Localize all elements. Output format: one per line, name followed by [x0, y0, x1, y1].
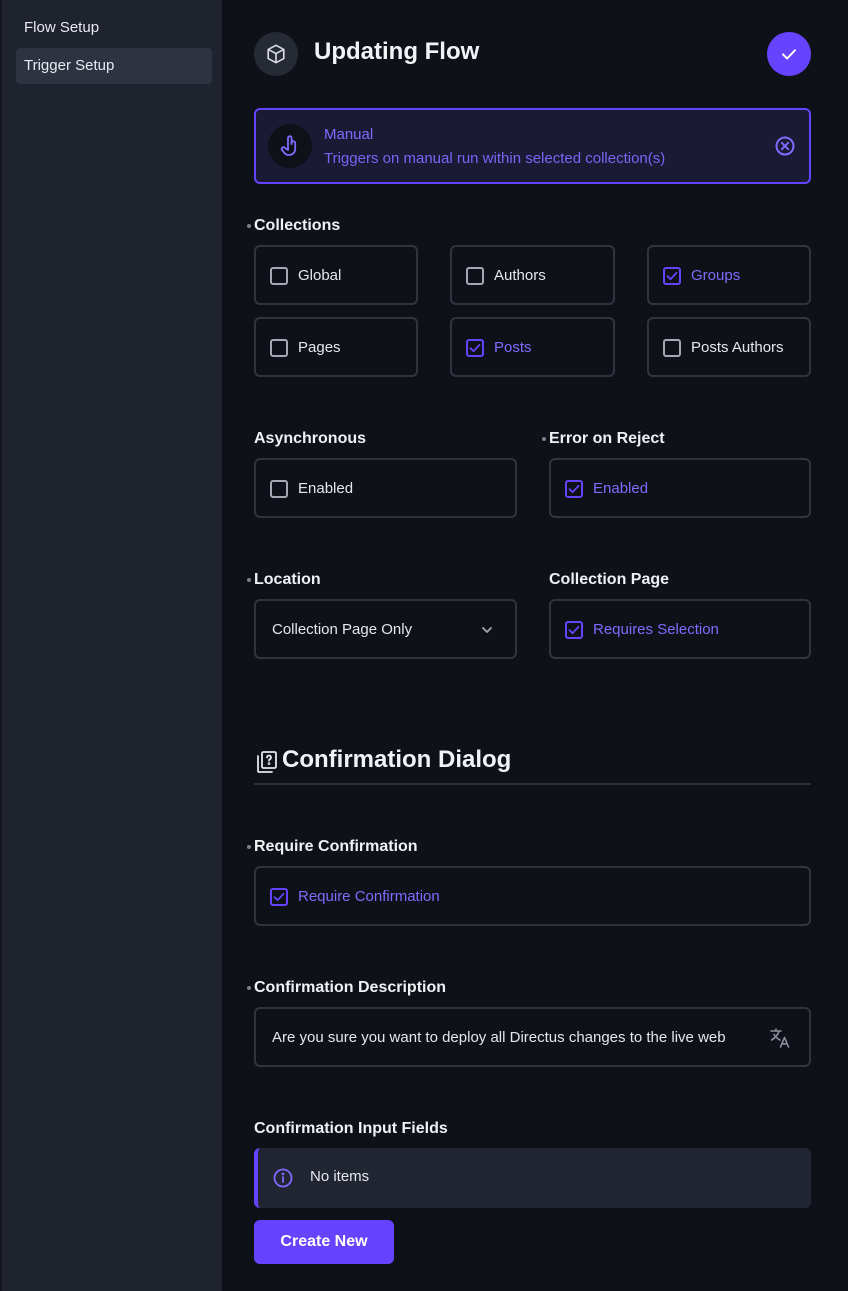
empty-notice: No items: [254, 1148, 811, 1208]
location-select[interactable]: Collection Page Only: [254, 599, 517, 659]
checkbox[interactable]: [466, 267, 484, 285]
create-new-button[interactable]: Create New: [254, 1220, 394, 1264]
check-icon: [568, 484, 580, 494]
required-indicator: [247, 986, 251, 990]
required-indicator: [542, 437, 546, 441]
empty-text: No items: [310, 1168, 370, 1185]
require-confirmation-label: Require Confirmation: [254, 838, 418, 855]
collection-option-authors[interactable]: Authors: [450, 245, 615, 305]
collection-option-pages[interactable]: Pages: [254, 317, 418, 377]
confirmation-description-input[interactable]: Are you sure you want to deploy all Dire…: [254, 1007, 811, 1067]
asynchronous-toggle[interactable]: Enabled: [254, 458, 517, 518]
checkbox[interactable]: [565, 621, 583, 639]
option-label: Pages: [298, 339, 341, 356]
trigger-card[interactable]: Manual Triggers on manual run within sel…: [254, 108, 811, 184]
save-button[interactable]: [767, 32, 811, 76]
check-icon: [568, 625, 580, 635]
translate-icon[interactable]: [768, 1026, 792, 1050]
sidebar-item-trigger-setup[interactable]: Trigger Setup: [16, 48, 212, 84]
chevron-down-icon: [482, 627, 492, 633]
collection-option-posts-authors[interactable]: Posts Authors: [647, 317, 811, 377]
check-icon: [666, 271, 678, 281]
collection-option-groups[interactable]: Groups: [647, 245, 811, 305]
check-icon: [469, 343, 481, 353]
sidebar: Flow Setup Trigger Setup: [0, 0, 222, 1291]
option-label: Enabled: [298, 480, 354, 497]
cube-icon: [254, 32, 298, 76]
check-icon: [273, 892, 285, 902]
page-title: Updating Flow: [314, 38, 480, 65]
error-on-reject-toggle[interactable]: Enabled: [549, 458, 811, 518]
checkbox[interactable]: [663, 339, 681, 357]
required-indicator: [247, 224, 251, 228]
collection-page-toggle[interactable]: Requires Selection: [549, 599, 811, 659]
checkbox[interactable]: [663, 267, 681, 285]
trigger-description: Triggers on manual run within selected c…: [324, 150, 666, 167]
checkbox[interactable]: [270, 339, 288, 357]
checkbox[interactable]: [270, 480, 288, 498]
confirmation-input-fields-label: Confirmation Input Fields: [254, 1120, 448, 1137]
option-label: Groups: [691, 267, 741, 284]
main-panel: Updating Flow Manual Triggers on manual …: [222, 0, 848, 1291]
confirmation-description-label: Confirmation Description: [254, 979, 447, 996]
checkbox[interactable]: [270, 888, 288, 906]
option-label: Requires Selection: [593, 621, 719, 638]
collection-option-global[interactable]: Global: [254, 245, 418, 305]
option-label: Enabled: [593, 480, 649, 497]
asynchronous-label: Asynchronous: [254, 430, 367, 447]
option-label: Posts: [494, 339, 532, 356]
checkbox[interactable]: [270, 267, 288, 285]
require-confirmation-toggle[interactable]: Require Confirmation: [254, 866, 811, 926]
input-value: Are you sure you want to deploy all Dire…: [272, 1029, 726, 1046]
checkbox[interactable]: [565, 480, 583, 498]
option-label: Posts Authors: [691, 339, 784, 356]
sidebar-item-flow-setup[interactable]: Flow Setup: [16, 10, 212, 46]
option-label: Authors: [494, 267, 546, 284]
location-label: Location: [254, 571, 321, 588]
info-icon: [273, 1168, 293, 1188]
error-on-reject-label: Error on Reject: [549, 430, 665, 447]
touch-icon: [268, 124, 312, 168]
check-icon: [782, 49, 796, 60]
location-value: Collection Page Only: [272, 621, 413, 638]
collections-label: Collections: [254, 217, 341, 234]
option-label: Global: [298, 267, 342, 284]
dialog-help-icon: [257, 751, 277, 773]
option-label: Require Confirmation: [298, 888, 440, 905]
section-title: Confirmation Dialog: [282, 746, 512, 773]
required-indicator: [247, 845, 251, 849]
collection-option-posts[interactable]: Posts: [450, 317, 615, 377]
required-indicator: [247, 578, 251, 582]
collection-page-label: Collection Page: [549, 571, 670, 588]
section-divider: [254, 783, 811, 785]
checkbox[interactable]: [466, 339, 484, 357]
trigger-name: Manual: [324, 126, 374, 143]
close-icon[interactable]: [774, 135, 796, 157]
